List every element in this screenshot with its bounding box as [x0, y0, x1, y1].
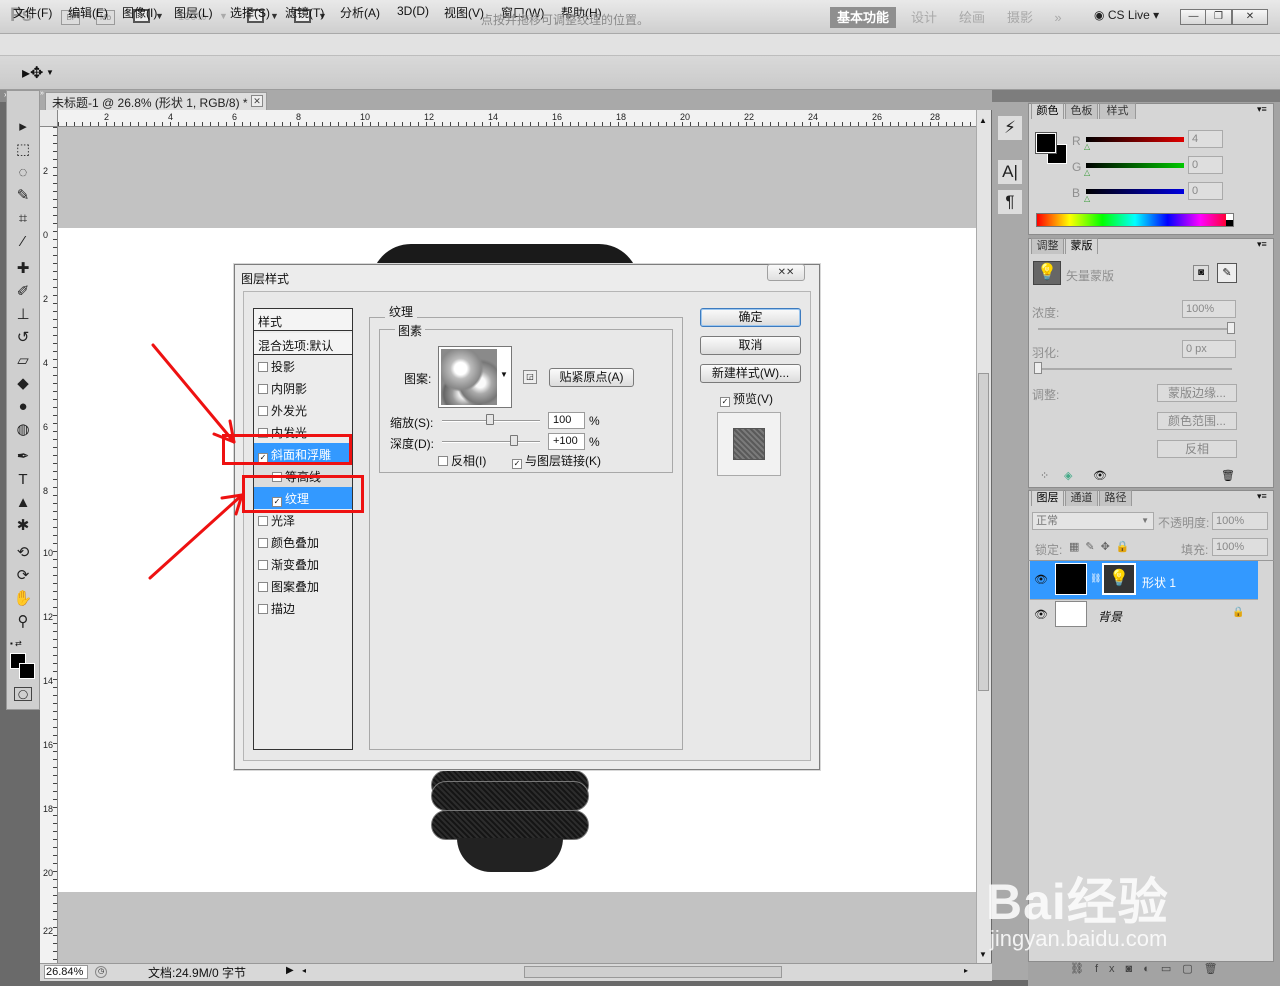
annotation-arrow — [151, 343, 236, 444]
annotation-arrow — [148, 493, 244, 580]
annotation-arrows — [148, 343, 244, 580]
baidu-jingyan-watermark: Bai经验 — [986, 874, 1169, 930]
foreground-color-swatch[interactable] — [1035, 132, 1057, 154]
watermark-url: jingyan.baidu.com — [990, 926, 1168, 951]
